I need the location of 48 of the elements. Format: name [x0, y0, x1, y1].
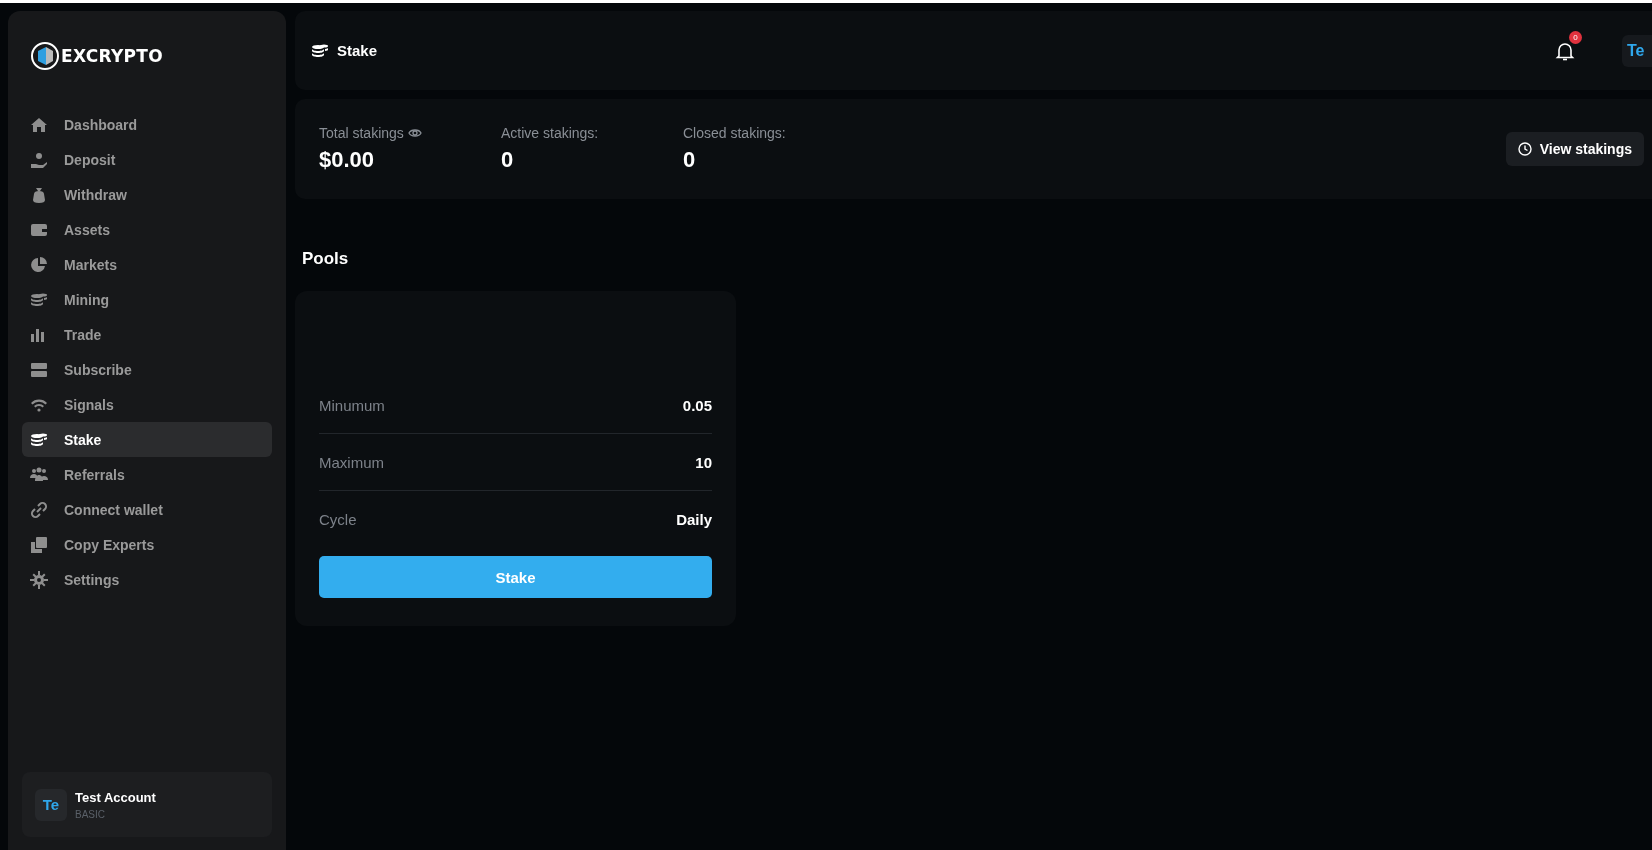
sidebar-item[interactable]: Markets: [22, 247, 272, 282]
clock-icon: [1517, 142, 1532, 156]
copy-icon: [30, 535, 48, 554]
view-stakings-button[interactable]: View stakings: [1505, 132, 1644, 166]
home-icon: [30, 115, 48, 134]
sidebar-item[interactable]: Trade: [22, 317, 272, 352]
brand-name: EXCRYPTO: [61, 46, 163, 66]
user-avatar: Te: [35, 788, 67, 821]
link-icon: [30, 500, 48, 519]
stat-label: Active stakings:: [501, 125, 599, 141]
sidebar-item[interactable]: Settings: [22, 562, 272, 597]
sidebar-item[interactable]: Withdraw: [22, 177, 272, 212]
pool-value: Daily: [676, 510, 712, 528]
user-plan: BASIC: [75, 808, 106, 820]
stat-label: Closed stakings:: [683, 125, 786, 141]
users-icon: [30, 465, 48, 484]
pool-value: 10: [695, 453, 712, 471]
user-avatar[interactable]: Te: [1622, 34, 1652, 67]
sidebar-item[interactable]: Deposit: [22, 142, 272, 177]
eye-icon[interactable]: [407, 127, 422, 139]
pool-label: Cycle: [319, 510, 357, 528]
sidebar-item[interactable]: Subscribe: [22, 352, 272, 387]
sidebar-item[interactable]: Copy Experts: [22, 527, 272, 562]
page-title: Stake: [337, 42, 378, 59]
sidebar-item[interactable]: Connect wallet: [22, 492, 272, 527]
pool-value: 0.05: [682, 396, 712, 414]
user-name: Test Account: [75, 789, 156, 805]
sidebar-item[interactable]: Mining: [22, 282, 272, 317]
sidebar-item[interactable]: Assets: [22, 212, 272, 247]
user-card[interactable]: Te Test Account BASIC: [22, 772, 272, 837]
section-title: Pools: [302, 249, 350, 269]
sidebar-item[interactable]: Referrals: [22, 457, 272, 492]
sidebar-item[interactable]: Dashboard: [22, 107, 272, 142]
pool-label: Minumum: [319, 396, 385, 414]
stat-label: Total stakings: [319, 125, 404, 141]
sidebar-item[interactable]: Stake: [22, 422, 272, 457]
deposit-icon: [30, 150, 48, 169]
server-icon: [30, 360, 48, 379]
stat-value: 0: [501, 147, 515, 173]
logo-icon: [30, 41, 60, 71]
pie-icon: [30, 255, 48, 274]
stat-value: 0: [683, 147, 697, 173]
notification-badge: 0: [1569, 30, 1582, 44]
moneybag-icon: [30, 185, 48, 204]
pool-label: Maximum: [319, 453, 384, 471]
gear-icon: [30, 570, 48, 589]
sidebar-item[interactable]: Signals: [22, 387, 272, 422]
stat-value: $0.00: [319, 147, 376, 173]
